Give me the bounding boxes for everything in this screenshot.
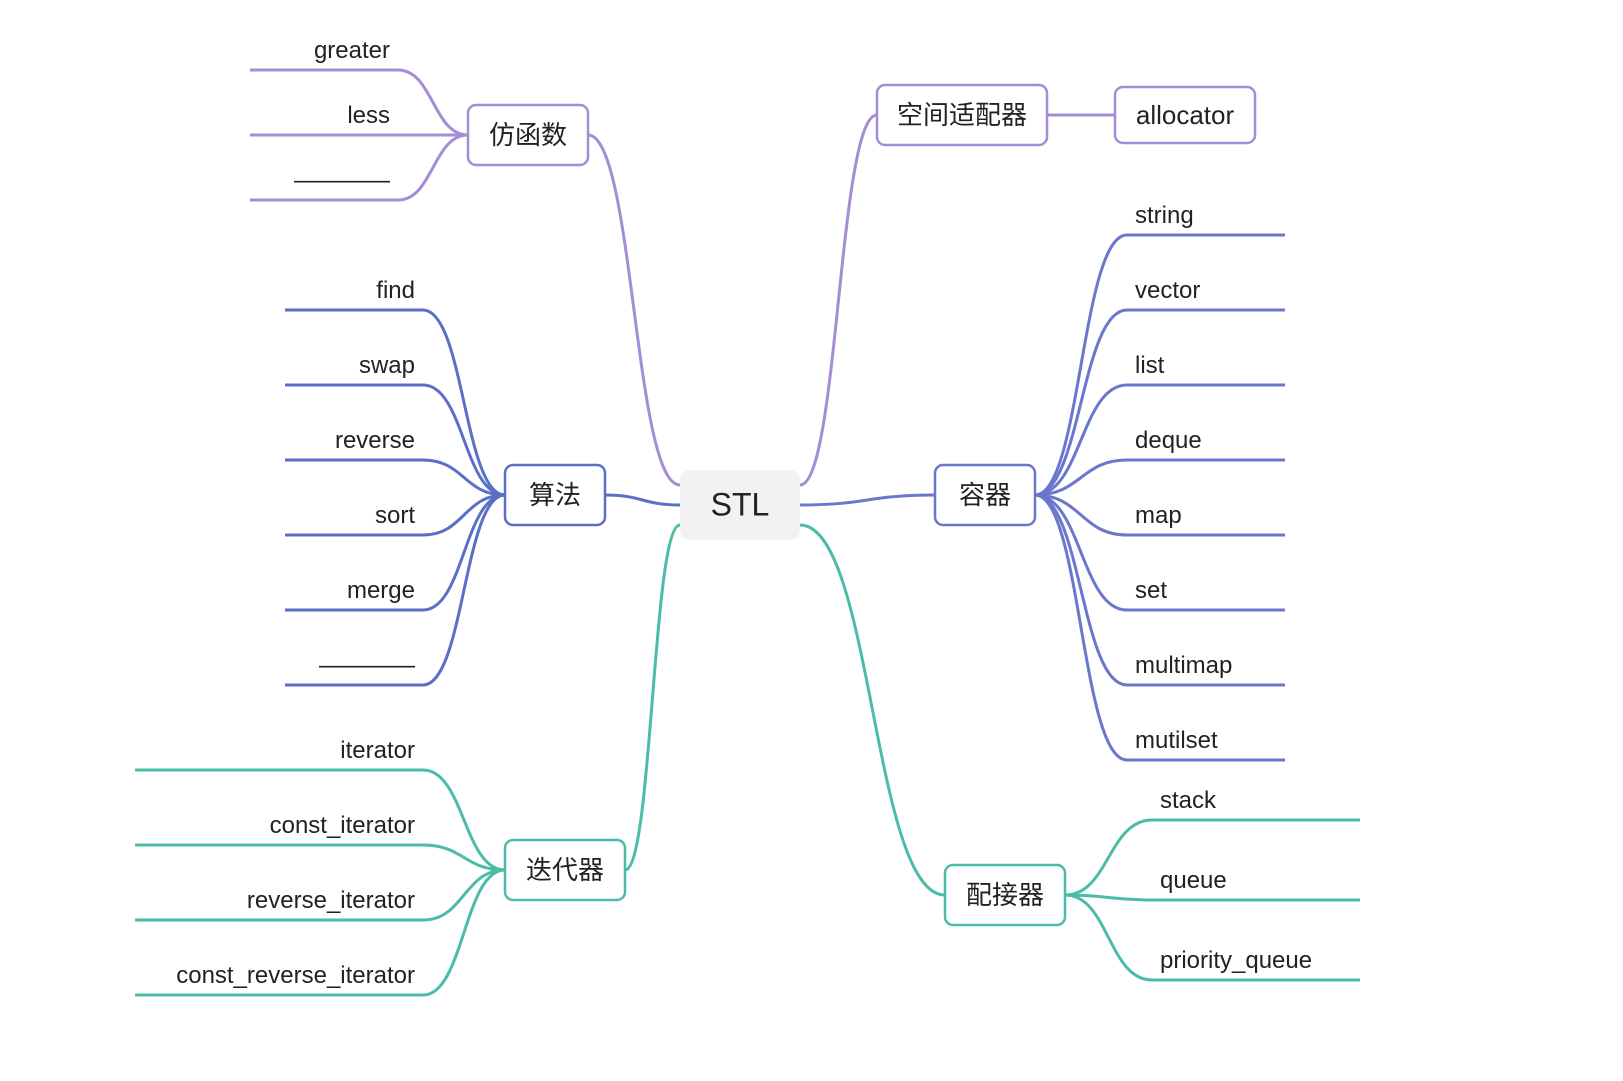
adapt-leaf[interactable]: priority_queue [1160,947,1312,974]
functor-leaf[interactable]: ———— [294,167,390,194]
algo-leaf[interactable]: sort [375,502,415,529]
iter-connector [625,525,680,870]
algo-leaf-connector [423,310,505,495]
cont-leaf-connector [1035,495,1127,685]
iter-leaf[interactable]: reverse_iterator [247,887,415,914]
algo-leaf[interactable]: reverse [335,427,415,454]
alloc-connector [800,115,877,485]
cont-leaf-connector [1035,235,1127,495]
cont-leaf[interactable]: list [1135,352,1165,379]
functor-leaf-connector [398,135,468,200]
iter-leaf[interactable]: const_reverse_iterator [176,962,415,989]
adapt-label: 配接器 [966,880,1044,910]
algo-leaf[interactable]: find [376,277,415,304]
cont-label: 容器 [959,480,1011,510]
iter-leaf-connector [423,870,505,995]
alloc-leaf-label: allocator [1136,100,1235,130]
algo-leaf[interactable]: swap [359,352,415,379]
functor-leaf[interactable]: less [347,102,390,129]
cont-leaf[interactable]: set [1135,577,1167,604]
cont-connector [800,495,935,505]
cont-leaf[interactable]: deque [1135,427,1202,454]
mindmap-canvas: STL 仿函数 greater less ———— 空间适配器 allocator 算法 fin… [0,0,1623,1081]
adapt-leaf-connector [1065,895,1152,980]
algo-leaf[interactable]: ———— [319,652,415,679]
functor-connector [588,135,680,485]
root-label: STL [711,486,770,522]
iter-label: 迭代器 [526,855,604,885]
adapt-connector [800,525,945,895]
alloc-label: 空间适配器 [897,100,1027,130]
functor-leaf-connector [398,70,468,135]
cont-leaf[interactable]: string [1135,202,1194,229]
iter-leaf-connector [423,770,505,870]
adapt-leaf-connector [1065,820,1152,895]
adapt-leaf[interactable]: queue [1160,867,1227,894]
cont-leaf[interactable]: multimap [1135,652,1232,679]
algo-leaf[interactable]: merge [347,577,415,604]
algo-label: 算法 [529,480,581,510]
cont-leaf-connector [1035,310,1127,495]
cont-leaf[interactable]: mutilset [1135,727,1218,754]
functor-label: 仿函数 [489,120,567,150]
functor-leaf[interactable]: greater [314,37,390,64]
iter-leaf[interactable]: iterator [340,737,415,764]
iter-leaf[interactable]: const_iterator [270,812,415,839]
iter-leaf-connector [423,870,505,920]
algo-connector [605,495,680,505]
cont-leaf[interactable]: map [1135,502,1182,529]
adapt-leaf[interactable]: stack [1160,787,1217,814]
cont-leaf[interactable]: vector [1135,277,1200,304]
algo-leaf-connector [423,495,505,685]
